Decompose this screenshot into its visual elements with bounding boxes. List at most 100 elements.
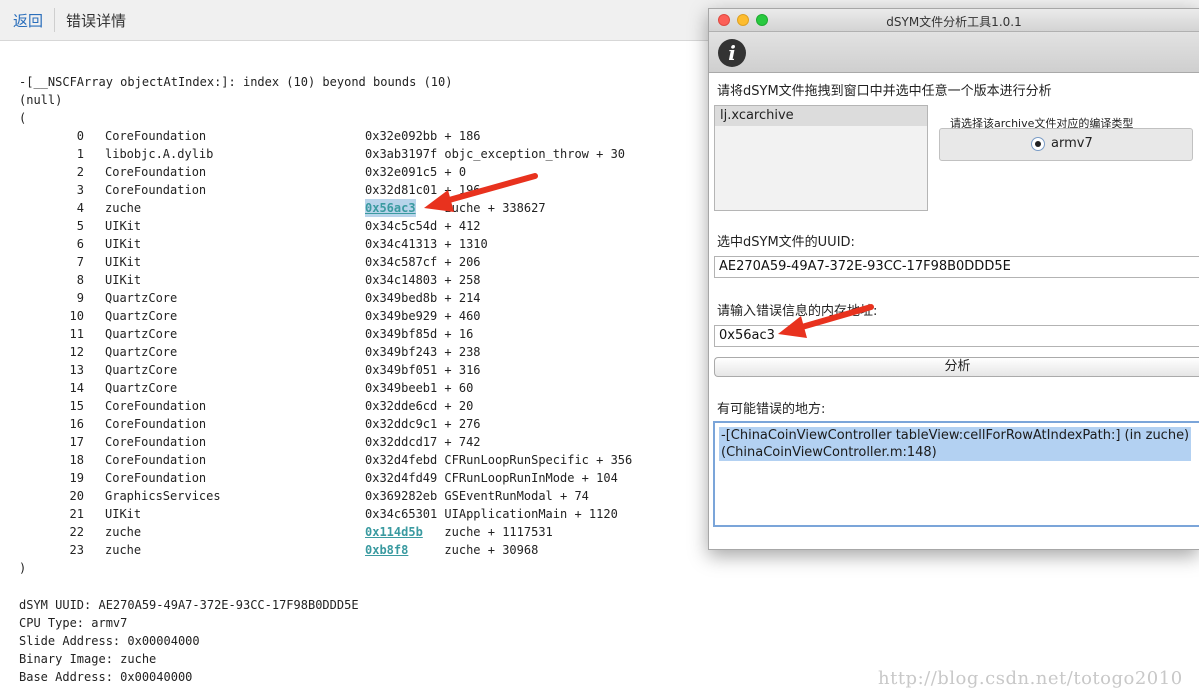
frame-symbol: + 1310 bbox=[444, 237, 488, 251]
frame-address: 0x32d81c01 bbox=[365, 183, 438, 197]
frame-address: 0x3ab3197f bbox=[365, 147, 438, 161]
frame-library: QuartzCore bbox=[105, 309, 178, 323]
archive-list-item[interactable]: lj.xcarchive bbox=[715, 106, 927, 126]
address-input[interactable]: 0x56ac3 bbox=[714, 325, 1199, 347]
info-uuid: dSYM UUID: AE270A59-49A7-372E-93CC-17F98… bbox=[19, 598, 359, 612]
info-binary-image: Binary Image: zuche bbox=[19, 652, 157, 666]
frame-library: QuartzCore bbox=[105, 363, 178, 377]
archive-list[interactable]: lj.xcarchive bbox=[714, 105, 928, 211]
analyze-button[interactable]: 分析 bbox=[714, 357, 1199, 377]
frame-address: 0x349bed8b bbox=[365, 291, 438, 305]
frame-symbol: GSEventRunModal + 74 bbox=[444, 489, 589, 503]
frame-symbol: + 16 bbox=[444, 327, 474, 341]
frame-symbol: + 276 bbox=[444, 417, 481, 431]
result-label: 有可能错误的地方: bbox=[717, 402, 826, 417]
frame-index: 10 bbox=[69, 309, 84, 323]
frame-index: 12 bbox=[69, 345, 84, 359]
frame-symbol: CFRunLoopRunSpecific + 356 bbox=[444, 453, 633, 467]
frame-index: 23 bbox=[69, 543, 84, 557]
frame-address: 0x349beeb1 bbox=[365, 381, 438, 395]
frame-symbol: zuche + 338627 bbox=[444, 201, 546, 215]
null-line: (null) bbox=[19, 93, 63, 107]
frame-address-link[interactable]: 0x56ac3 bbox=[365, 199, 416, 217]
frame-library: CoreFoundation bbox=[105, 183, 207, 197]
armv7-radio[interactable] bbox=[1031, 137, 1045, 151]
frame-library: UIKit bbox=[105, 273, 142, 287]
back-link[interactable]: 返回 bbox=[13, 10, 43, 31]
frame-index: 0 bbox=[76, 129, 84, 143]
frame-symbol: + 238 bbox=[444, 345, 481, 359]
frame-symbol: + 186 bbox=[444, 129, 481, 143]
frame-index: 6 bbox=[76, 237, 84, 251]
frame-library: CoreFoundation bbox=[105, 399, 207, 413]
frame-index: 16 bbox=[69, 417, 84, 431]
frame-address: 0x34c14803 bbox=[365, 273, 438, 287]
dsym-tool-window: dSYM文件分析工具1.0.1 i 请将dSYM文件拖拽到窗口中并选中任意一个版… bbox=[708, 8, 1199, 550]
window-titlebar[interactable]: dSYM文件分析工具1.0.1 bbox=[709, 9, 1199, 32]
frame-library: zuche bbox=[105, 201, 142, 215]
frame-address: 0x32e091c5 bbox=[365, 165, 438, 179]
frame-index: 1 bbox=[76, 147, 84, 161]
frame-symbol: objc_exception_throw + 30 bbox=[444, 147, 626, 161]
frame-index: 8 bbox=[76, 273, 84, 287]
frame-library: CoreFoundation bbox=[105, 129, 207, 143]
frame-address: 0x349be929 bbox=[365, 309, 438, 323]
frame-symbol: + 214 bbox=[444, 291, 481, 305]
frame-symbol: + 258 bbox=[444, 273, 481, 287]
frame-symbol: + 316 bbox=[444, 363, 481, 377]
info-slide-address: Slide Address: 0x00004000 bbox=[19, 634, 200, 648]
frame-address: 0x34c5c54d bbox=[365, 219, 438, 233]
frame-address: 0x369282eb bbox=[365, 489, 438, 503]
frame-library: CoreFoundation bbox=[105, 435, 207, 449]
window-toolbar: i bbox=[709, 32, 1199, 73]
frame-address-link[interactable]: 0x114d5b bbox=[365, 523, 423, 541]
frame-index: 22 bbox=[69, 525, 84, 539]
frame-address: 0x34c587cf bbox=[365, 255, 438, 269]
frame-library: CoreFoundation bbox=[105, 165, 207, 179]
frame-index: 4 bbox=[76, 201, 84, 215]
frame-library: UIKit bbox=[105, 507, 142, 521]
frame-library: libobjc.A.dylib bbox=[105, 147, 214, 161]
frame-address: 0x349bf243 bbox=[365, 345, 438, 359]
frame-symbol: zuche + 30968 bbox=[444, 543, 539, 557]
uuid-field[interactable]: AE270A59-49A7-372E-93CC-17F98B0DDD5E bbox=[714, 256, 1199, 278]
frame-symbol: + 196 bbox=[444, 183, 481, 197]
frame-symbol: + 0 bbox=[444, 165, 467, 179]
frame-symbol: + 412 bbox=[444, 219, 481, 233]
frame-symbol: zuche + 1117531 bbox=[444, 525, 553, 539]
frame-library: zuche bbox=[105, 543, 142, 557]
frame-library: QuartzCore bbox=[105, 291, 178, 305]
frame-library: GraphicsServices bbox=[105, 489, 221, 503]
frame-library: CoreFoundation bbox=[105, 417, 207, 431]
frame-index: 11 bbox=[69, 327, 84, 341]
frame-index: 19 bbox=[69, 471, 84, 485]
address-label: 请输入错误信息的内存地址: bbox=[717, 304, 878, 319]
info-cpu-type: CPU Type: armv7 bbox=[19, 616, 128, 630]
frame-symbol: + 460 bbox=[444, 309, 481, 323]
frame-address: 0x349bf051 bbox=[365, 363, 438, 377]
frame-index: 5 bbox=[76, 219, 84, 233]
info-base-address: Base Address: 0x00040000 bbox=[19, 670, 193, 684]
frame-library: QuartzCore bbox=[105, 345, 178, 359]
open-paren: ( bbox=[19, 111, 27, 125]
close-paren: ) bbox=[19, 561, 27, 575]
frame-index: 14 bbox=[69, 381, 84, 395]
result-textarea[interactable]: -[ChinaCoinViewController tableView:cell… bbox=[713, 421, 1199, 527]
frame-index: 7 bbox=[76, 255, 84, 269]
frame-address: 0x349bf85d bbox=[365, 327, 438, 341]
window-title: dSYM文件分析工具1.0.1 bbox=[886, 15, 1022, 29]
topbar-divider bbox=[54, 8, 55, 32]
frame-address-link[interactable]: 0xb8f8 bbox=[365, 541, 408, 559]
uuid-label: 选中dSYM文件的UUID: bbox=[717, 235, 855, 250]
frame-symbol: + 206 bbox=[444, 255, 481, 269]
info-icon[interactable]: i bbox=[718, 39, 746, 67]
exception-line: -[__NSCFArray objectAtIndex:]: index (10… bbox=[19, 75, 453, 89]
instruction-label: 请将dSYM文件拖拽到窗口中并选中任意一个版本进行分析 bbox=[717, 84, 1052, 99]
frame-library: QuartzCore bbox=[105, 381, 178, 395]
page-title: 错误详情 bbox=[66, 12, 127, 30]
frame-index: 21 bbox=[69, 507, 84, 521]
build-type-group: armv7 bbox=[939, 128, 1193, 161]
frame-address: 0x34c65301 bbox=[365, 507, 438, 521]
armv7-radio-label[interactable]: armv7 bbox=[1051, 136, 1093, 151]
frame-address: 0x32dde6cd bbox=[365, 399, 438, 413]
